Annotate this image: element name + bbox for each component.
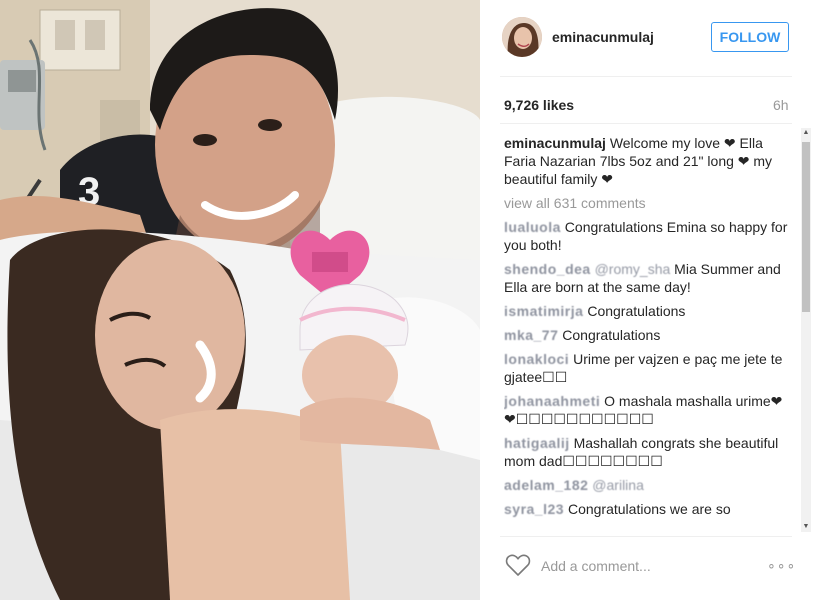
comment-username[interactable]: syra_l23 (504, 501, 564, 517)
comment-text: Congratulations we are so (567, 501, 731, 517)
post-photo: 3 (0, 0, 480, 600)
scroll-down-arrow-icon[interactable]: ▼ (802, 522, 810, 532)
comment-item: hatigaalij Mashallah congrats she beauti… (504, 434, 792, 470)
comment-item: mka_77 Congratulations (504, 326, 792, 344)
caption: eminacunmulaj Welcome my love ❤ Ella Far… (504, 134, 792, 188)
avatar-image (502, 17, 542, 57)
view-all-comments-link[interactable]: view all 631 comments (504, 194, 792, 212)
comment-item: syra_l23 Congratulations we are so (504, 500, 792, 518)
comment-username[interactable]: johanaahmeti (504, 393, 600, 409)
scrollbar-thumb[interactable] (802, 142, 810, 312)
comment-username[interactable]: adelam_182 (504, 477, 588, 493)
comment-mention[interactable]: @arilina (592, 477, 644, 493)
post-time[interactable]: 6h (773, 97, 789, 113)
likes-count[interactable]: 9,726 likes (504, 97, 574, 113)
divider (500, 536, 792, 537)
comment-item: lonakloci Urime per vajzen e paç me jete… (504, 350, 792, 386)
comment-username[interactable]: lonakloci (504, 351, 569, 367)
comment-username[interactable]: lualuola (504, 219, 561, 235)
divider (500, 123, 792, 124)
comment-username[interactable]: mka_77 (504, 327, 558, 343)
avatar[interactable] (502, 17, 542, 57)
add-comment-input[interactable] (541, 556, 741, 576)
comment-text: Congratulations (562, 327, 661, 343)
comment-mention[interactable]: @romy_sha (595, 261, 671, 277)
comment-username[interactable]: shendo_dea (504, 261, 591, 277)
family-newborn-photo: 3 (0, 0, 480, 600)
comments-scrollbar[interactable]: ▲ ▼ (801, 128, 811, 532)
post-username[interactable]: eminacunmulaj (552, 29, 654, 45)
comment-username[interactable]: hatigaalij (504, 435, 570, 451)
heart-icon-outline (505, 554, 531, 576)
heart-icon[interactable] (505, 553, 531, 577)
caption-username[interactable]: eminacunmulaj (504, 135, 606, 151)
more-options-icon[interactable]: ∘∘∘ (767, 557, 796, 574)
scroll-up-arrow-icon[interactable]: ▲ (802, 128, 810, 138)
comment-username[interactable]: ismatimirja (504, 303, 583, 319)
comment-item: lualuola Congratulations Emina so happy … (504, 218, 792, 254)
comment-text: Congratulations (587, 303, 686, 319)
comment-item: ismatimirja Congratulations (504, 302, 792, 320)
comments-list: eminacunmulaj Welcome my love ❤ Ella Far… (504, 134, 792, 532)
comment-item: johanaahmeti O mashala mashalla urime❤❤☐… (504, 392, 792, 428)
comment-item: adelam_182 @arilina (504, 476, 792, 494)
comment-item: shendo_dea @romy_sha Mia Summer and Ella… (504, 260, 792, 296)
follow-button[interactable]: FOLLOW (711, 22, 789, 52)
